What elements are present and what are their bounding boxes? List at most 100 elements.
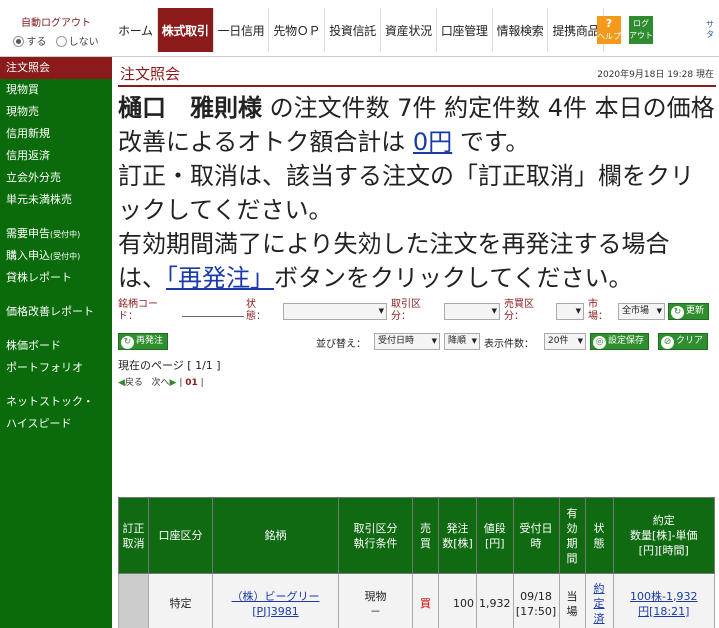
next-link[interactable]: 次へ bbox=[152, 378, 170, 388]
clear-icon: ⊘ bbox=[661, 336, 674, 349]
top-edge-link[interactable]: サ タ bbox=[706, 20, 714, 40]
received-cell: 09/18 [17:50] bbox=[512, 573, 560, 628]
nav-partner-products[interactable]: 提携商品 bbox=[548, 8, 605, 52]
prev-link[interactable]: 戻る bbox=[125, 378, 143, 388]
logout-button[interactable]: ログ アウト bbox=[629, 16, 653, 44]
col-period: 有効期間 bbox=[558, 497, 586, 574]
refresh-button[interactable]: ↻ 更新 bbox=[668, 303, 710, 320]
sidebar-item-margin-repay[interactable]: 信用返済 bbox=[0, 145, 112, 167]
pager-current: 現在のページ [ 1/1 ] bbox=[118, 359, 221, 372]
save-settings-button[interactable]: ◎ 設定保存 bbox=[590, 333, 650, 350]
sort-select[interactable]: 受付日時 bbox=[374, 333, 440, 350]
status-cell: 約定済 bbox=[584, 573, 614, 628]
trade-type-select[interactable] bbox=[444, 303, 500, 320]
auto-logout-off-radio[interactable] bbox=[55, 36, 67, 47]
status-select[interactable] bbox=[283, 303, 387, 320]
execution-cell: 100株-1,932 円[18:21] bbox=[612, 573, 715, 628]
trade-type-cell: 現物－ bbox=[338, 573, 413, 628]
col-symbol: 銘柄 bbox=[212, 497, 339, 574]
nav-futures-options[interactable]: 先物ＯＰ bbox=[269, 8, 326, 52]
page-title: 注文照会 bbox=[120, 65, 181, 83]
sidebar-item-order-inquiry[interactable]: 注文照会 bbox=[0, 57, 112, 79]
sidebar-item-purchase-apply[interactable]: 購入申込(受付中) bbox=[0, 245, 112, 267]
buysell-select[interactable] bbox=[556, 303, 584, 320]
nav-home[interactable]: ホーム bbox=[114, 8, 158, 52]
nav-investment-trust[interactable]: 投資信託 bbox=[325, 8, 381, 52]
nav-assets[interactable]: 資産状況 bbox=[381, 8, 437, 52]
clear-button[interactable]: ⊘ クリア bbox=[658, 333, 709, 350]
sort-label: 並び替え： bbox=[316, 339, 366, 350]
refresh-icon: ↻ bbox=[671, 306, 684, 319]
auto-logout-on-label[interactable]: する bbox=[26, 37, 46, 48]
sidebar-item-price-improve-report[interactable]: 価格改善レポート bbox=[0, 301, 112, 323]
help-button[interactable]: ? ヘルプ bbox=[597, 16, 621, 44]
sidebar-item-netstock-1[interactable]: ネットストック・ bbox=[0, 391, 112, 413]
sidebar-item-demand-report[interactable]: 需要申告(受付中) bbox=[0, 223, 112, 245]
market-label: 市場： bbox=[588, 299, 608, 322]
top-bar: 自動ログアウト する しない ホーム 株式取引 一日信用 先物ＯＰ 投資信託 資… bbox=[0, 0, 719, 57]
count-label: 表示件数： bbox=[484, 339, 534, 350]
auto-logout-box: 自動ログアウト する しない bbox=[0, 0, 112, 57]
instruction-text: 訂正・取消は、該当する注文の「訂正取消」欄をクリックしてください。 bbox=[118, 162, 694, 224]
reissue-icon: ↻ bbox=[121, 336, 134, 349]
save-icon: ◎ bbox=[593, 336, 606, 349]
customer-name: 樋口 雅則様 bbox=[118, 94, 262, 122]
prev-arrow-icon: ◀ bbox=[118, 378, 125, 388]
reissue-button[interactable]: ↻ 再発注 bbox=[118, 333, 169, 350]
sidebar-item-odd-lot-sell[interactable]: 単元未満株売 bbox=[0, 189, 112, 211]
savings-amount-link[interactable]: 0円 bbox=[413, 128, 452, 156]
question-icon: ? bbox=[605, 17, 613, 30]
count-select[interactable]: 20件 bbox=[544, 333, 586, 350]
col-account: 口座区分 bbox=[148, 497, 213, 574]
nav-day-margin[interactable]: 一日信用 bbox=[214, 8, 270, 52]
symbol-code-link[interactable]: [PJ]3981 bbox=[252, 605, 298, 618]
sidebar-item-cash-sell[interactable]: 現物売 bbox=[0, 101, 112, 123]
side-cell: 買 bbox=[412, 573, 439, 628]
top-edge-1: サ bbox=[706, 20, 714, 29]
nav-stock-trade[interactable]: 株式取引 bbox=[157, 8, 214, 52]
symbol-cell: （株）ビーグリー [PJ]3981 bbox=[212, 573, 339, 628]
buysell-label: 売買区 分： bbox=[504, 299, 534, 322]
summary-text: 樋口 雅則様 の注文件数 7件 約定件数 4件 本日の価格改善によるオトク額合計… bbox=[118, 94, 715, 292]
symbol-link[interactable]: （株）ビーグリー bbox=[232, 590, 320, 603]
sidebar: 注文照会 現物買 現物売 信用新規 信用返済 立会外分売 単元未満株売 需要申告… bbox=[0, 57, 112, 628]
orders-table: 訂正 取消 口座区分 銘柄 取引区分 執行条件 売買 発注 数[株] 値段 [円] 受付… bbox=[118, 497, 715, 628]
edit-cancel-cell bbox=[118, 573, 149, 628]
execution-link[interactable]: 100株-1,932 円[18:21] bbox=[630, 590, 697, 618]
col-side: 売買 bbox=[412, 497, 439, 574]
col-price: 値段 [円] bbox=[476, 497, 514, 574]
auto-logout-on-radio[interactable] bbox=[13, 36, 25, 47]
period-cell: 当場 bbox=[558, 573, 586, 628]
auto-logout-off-label[interactable]: しない bbox=[69, 37, 99, 48]
col-trade-type: 取引区分 執行条件 bbox=[338, 497, 413, 574]
auto-logout-title: 自動ログアウト bbox=[21, 18, 91, 29]
logout-label-2: アウト bbox=[629, 31, 653, 40]
sidebar-item-cash-buy[interactable]: 現物買 bbox=[0, 79, 112, 101]
sidebar-item-lending-report[interactable]: 貸株レポート bbox=[0, 267, 112, 289]
col-execution: 約定 数量[株]-単価 [円][時間] bbox=[612, 497, 715, 574]
code-input[interactable] bbox=[182, 316, 244, 317]
table-row: 特定 （株）ビーグリー [PJ]3981 現物－ 買 100 1,932 09/… bbox=[118, 573, 715, 628]
sidebar-item-off-floor[interactable]: 立会外分売 bbox=[0, 167, 112, 189]
nav-account[interactable]: 口座管理 bbox=[437, 8, 493, 52]
market-select[interactable]: 全市場 bbox=[618, 303, 665, 320]
reissue-text-b: ボタンをクリックしてください。 bbox=[274, 264, 633, 292]
status-label: 状態： bbox=[246, 299, 266, 322]
page-number[interactable]: 01 bbox=[185, 378, 198, 388]
sidebar-item-portfolio[interactable]: ポートフォリオ bbox=[0, 357, 112, 379]
top-edge-2: タ bbox=[706, 30, 714, 39]
col-status: 状態 bbox=[584, 497, 614, 574]
main-content: 注文照会 2020年9月18日 19:28 現在 樋口 雅則様 の注文件数 7件… bbox=[118, 57, 716, 388]
filter-panel: 銘柄コード： 状態： 取引区分： 売買区分： 市場： 全市場 ↻更新 ↻再発注 … bbox=[118, 297, 716, 355]
sidebar-item-netstock-2[interactable]: ハイスピード bbox=[0, 413, 112, 435]
order-select[interactable]: 降順 bbox=[444, 333, 480, 350]
sidebar-item-margin-new[interactable]: 信用新規 bbox=[0, 123, 112, 145]
reissue-link[interactable]: 「再発注」 bbox=[166, 264, 274, 292]
qty-cell: 100 bbox=[438, 573, 477, 628]
logout-label-1: ログ bbox=[633, 19, 649, 28]
sidebar-item-stock-board[interactable]: 株価ボード bbox=[0, 335, 112, 357]
status-link[interactable]: 約定済 bbox=[594, 582, 605, 625]
col-qty: 発注 数[株] bbox=[438, 497, 477, 574]
nav-info-search[interactable]: 情報検索 bbox=[493, 8, 549, 52]
help-label: ヘルプ bbox=[597, 32, 621, 41]
